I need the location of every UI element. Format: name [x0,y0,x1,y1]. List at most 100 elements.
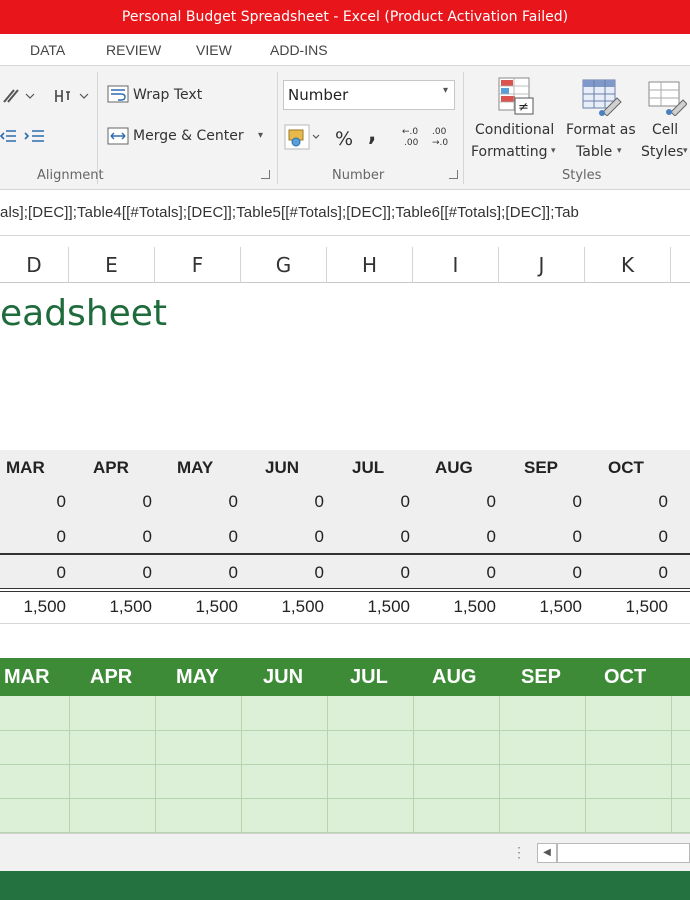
table-cell[interactable]: 0 [436,492,496,512]
month-header: MAY [177,458,214,477]
decrease-decimal-icon[interactable]: .00 →.0 [430,124,454,152]
percent-style-button[interactable]: % [335,128,353,150]
month-header: MAR [6,458,45,477]
cell-styles-label-1[interactable]: Cell [652,122,678,138]
table-cell[interactable]: 0 [608,492,668,512]
table-cell[interactable]: 0 [436,527,496,547]
table-cell[interactable]: 1,500 [178,597,238,617]
text-direction-icon[interactable] [52,86,92,110]
table-cell[interactable]: 1,500 [92,597,152,617]
cell-styles-icon [647,76,688,120]
table-cell[interactable]: 1,500 [264,597,324,617]
window-title: Personal Budget Spreadsheet - Excel (Pro… [121,9,569,25]
table-cell[interactable]: 0 [6,527,66,547]
month-header: MAR [4,666,50,688]
table-cell[interactable]: 1,500 [350,597,410,617]
divider [0,623,690,624]
table-cell[interactable]: 0 [92,527,152,547]
table-cell[interactable]: 0 [608,563,668,583]
month-header: APR [93,458,129,477]
table-cell[interactable]: 0 [522,527,582,547]
cell-styles-dropdown-icon[interactable]: ▾ [683,146,688,156]
month-header: JUL [352,458,385,477]
table-cell[interactable]: 0 [264,492,324,512]
increase-decimal-icon[interactable]: ←.0.00 [400,124,424,152]
table-cell[interactable]: 0 [350,492,410,512]
conditional-formatting-dropdown-icon[interactable]: ▾ [551,146,556,156]
alignment-launcher-icon[interactable] [261,170,270,179]
conditional-formatting-label-2[interactable]: Formatting [471,144,547,160]
table-cell[interactable]: 0 [436,563,496,583]
scroll-left-button[interactable]: ◀ [537,843,557,863]
table-cell[interactable]: 0 [264,563,324,583]
green-table-body[interactable] [0,696,690,833]
column-header-j[interactable]: J [499,247,585,283]
table-cell[interactable]: 0 [6,492,66,512]
orientation-icon[interactable] [2,86,36,110]
merge-center-icon [107,127,129,149]
table-cell[interactable]: 0 [92,563,152,583]
column-header-d[interactable]: D [0,247,69,283]
svg-text:.00: .00 [432,127,447,137]
table-cell[interactable]: 0 [92,492,152,512]
table-cell[interactable]: 0 [350,527,410,547]
decrease-indent-icon[interactable] [0,128,18,148]
number-group-label: Number [332,168,385,183]
table-cell[interactable]: 0 [522,492,582,512]
table-cell[interactable]: 0 [178,527,238,547]
horizontal-scrollbar[interactable] [557,843,690,863]
month-header: MAY [176,666,219,688]
month-header: AUG [432,666,477,688]
comma-style-button[interactable]: , [368,122,376,147]
chevron-down-icon: ▾ [442,85,448,96]
worksheet-grid[interactable]: eadsheet MAR APR MAY JUN JUL AUG SEP OCT… [0,283,690,833]
merge-dropdown-icon[interactable]: ▾ [258,130,263,141]
table-cell[interactable]: 1,500 [6,597,66,617]
table-cell[interactable]: 1,500 [436,597,496,617]
tab-view[interactable]: VIEW [196,42,232,58]
column-header-k[interactable]: K [585,247,671,283]
format-as-table-icon [581,76,623,120]
format-as-table-label-1[interactable]: Format as [566,122,636,138]
column-header-f[interactable]: F [155,247,241,283]
table-cell[interactable]: 1,500 [522,597,582,617]
tab-data[interactable]: DATA [30,42,65,58]
table-cell[interactable]: 0 [264,527,324,547]
ribbon-tabs: DATA REVIEW VIEW ADD-INS [0,34,690,66]
tab-splitter-icon[interactable]: ⋮ [512,844,526,861]
column-header-e[interactable]: E [69,247,155,283]
table-cell[interactable]: 0 [522,563,582,583]
number-format-select[interactable]: Number ▾ [283,80,455,110]
increase-indent-icon[interactable] [24,128,46,148]
table-cell[interactable]: 1,500 [608,597,668,617]
tab-review[interactable]: REVIEW [106,42,161,58]
tab-add-ins[interactable]: ADD-INS [270,42,328,58]
table-cell[interactable]: 0 [608,527,668,547]
month-header: SEP [521,666,562,688]
alignment-group-label: Alignment [37,168,104,183]
formula-bar[interactable]: als];[DEC]];Table4[[#Totals];[DEC]];Tabl… [0,190,690,236]
divider [0,591,690,592]
merge-center-button[interactable]: Merge & Center [133,128,244,144]
accounting-format-icon[interactable] [284,124,322,154]
table-cell[interactable]: 0 [350,563,410,583]
month-header: APR [90,666,133,688]
table-cell[interactable]: 0 [6,563,66,583]
format-as-table-dropdown-icon[interactable]: ▾ [617,146,622,156]
styles-group-label: Styles [562,168,602,183]
table-cell[interactable]: 0 [178,563,238,583]
cell-styles-label-2[interactable]: Styles [641,144,683,160]
title-bar: Personal Budget Spreadsheet - Excel (Pro… [0,0,690,34]
svg-text:→.0: →.0 [432,138,448,148]
number-launcher-icon[interactable] [449,170,458,179]
table-cell[interactable]: 0 [178,492,238,512]
format-as-table-label-2[interactable]: Table [576,144,612,160]
svg-text:≠: ≠ [518,100,529,115]
formula-input[interactable]: als];[DEC]];Table4[[#Totals];[DEC]];Tabl… [0,204,579,221]
column-header-g[interactable]: G [241,247,327,283]
column-header-i[interactable]: I [413,247,499,283]
divider [0,553,690,555]
conditional-formatting-label-1[interactable]: Conditional [475,122,554,138]
column-header-h[interactable]: H [327,247,413,283]
wrap-text-button[interactable]: Wrap Text [133,87,202,103]
